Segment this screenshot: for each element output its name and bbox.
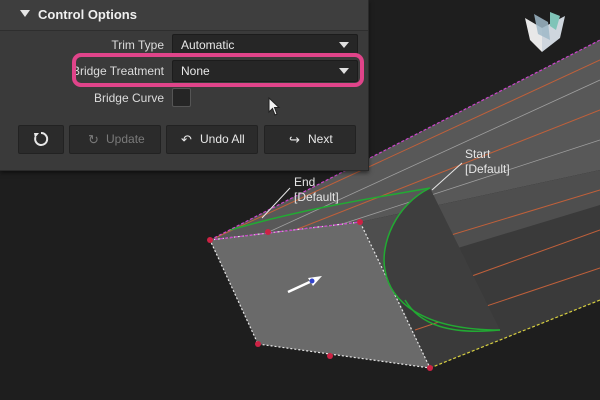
undo-icon: ↶ xyxy=(181,132,192,147)
trim-type-label: Trim Type xyxy=(111,38,164,52)
next-arrow-icon: ↪ xyxy=(289,132,300,147)
update-button-label: Update xyxy=(106,132,145,146)
undo-all-button[interactable]: ↶ Undo All xyxy=(166,125,258,154)
end-label-line-1: End xyxy=(294,175,316,189)
collapse-triangle-icon[interactable] xyxy=(20,10,30,17)
end-label-line-2: [Default] xyxy=(294,190,339,204)
reset-button[interactable] xyxy=(18,125,64,154)
next-button[interactable]: ↪ Next xyxy=(264,125,356,154)
panel-header[interactable]: Control Options xyxy=(0,0,368,31)
view-cube-icon[interactable] xyxy=(520,10,570,55)
refresh-icon: ↻ xyxy=(88,132,99,147)
start-label: Start [Default] xyxy=(465,147,510,177)
undo-all-button-label: Undo All xyxy=(200,132,245,146)
start-label-line-2: [Default] xyxy=(465,162,510,176)
mouse-cursor-icon xyxy=(268,97,281,116)
update-button[interactable]: ↻ Update xyxy=(69,125,161,154)
highlight-box xyxy=(72,53,364,87)
end-label: End [Default] xyxy=(294,175,339,205)
trim-type-value: Automatic xyxy=(181,38,235,52)
panel-title: Control Options xyxy=(38,7,137,22)
control-options-panel: Control Options Trim Type Automatic Brid… xyxy=(0,0,369,171)
bridge-curve-checkbox[interactable] xyxy=(172,88,191,107)
reset-icon xyxy=(34,131,49,146)
bridge-curve-label: Bridge Curve xyxy=(93,91,164,105)
start-label-line-1: Start xyxy=(465,147,491,161)
chevron-down-icon xyxy=(339,42,349,48)
next-button-label: Next xyxy=(308,132,333,146)
